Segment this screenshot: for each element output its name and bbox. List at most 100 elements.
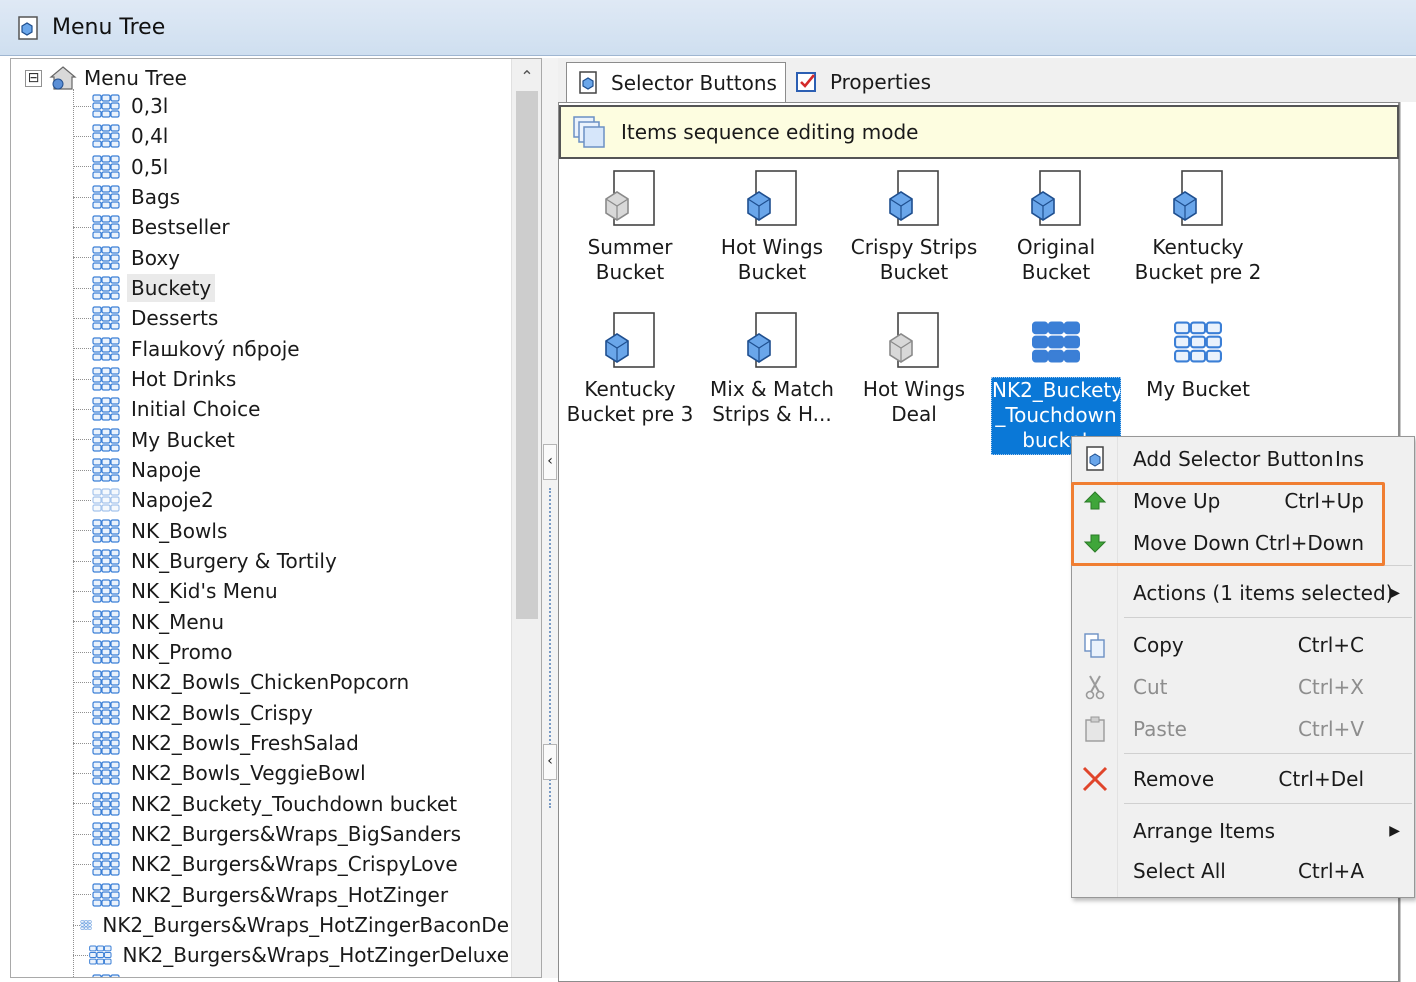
- context-menu-item-label: Remove: [1133, 767, 1215, 791]
- tree-connector: [73, 166, 91, 168]
- tree-item[interactable]: Bags: [73, 182, 513, 212]
- selector-grid-icon: [92, 428, 120, 452]
- tree-item[interactable]: NK2_Bowls_FreshSalad: [73, 728, 513, 758]
- selector-grid-icon: [92, 306, 120, 331]
- tree-connector: [73, 499, 91, 501]
- selector-grid-icon: [92, 549, 120, 573]
- tree-item-label: 0,4l: [131, 124, 169, 149]
- items-sequence-icon: [573, 116, 605, 148]
- selector-button[interactable]: Kentucky Bucket pre 3: [563, 311, 697, 451]
- scroll-up-icon[interactable]: ⌃: [512, 59, 541, 95]
- context-menu-item-paste[interactable]: Paste Ctrl+V: [1072, 709, 1414, 749]
- context-menu-item-arrange-items[interactable]: Arrange Items ▶: [1072, 811, 1414, 851]
- context-menu-shortcut: Ctrl+A: [1297, 859, 1364, 883]
- tree-item-label: NK2_Bowls_Crispy: [131, 700, 313, 725]
- move-commands-highlight: [1071, 482, 1385, 566]
- selector-grid-icon: [92, 670, 120, 694]
- tree-connector: [73, 863, 91, 865]
- tree-item[interactable]: NK2_Burgers&Wraps_HotZingerDeluxe: [73, 940, 513, 970]
- tree-item[interactable]: Flaшkový nбрoje: [73, 334, 513, 364]
- tree-item[interactable]: Napoje: [73, 455, 513, 485]
- context-menu-shortcut: Ins: [1335, 447, 1364, 471]
- mode-banner-text: Items sequence editing mode: [621, 120, 919, 144]
- tab-selector-buttons[interactable]: Selector Buttons: [566, 62, 786, 102]
- tree-item[interactable]: NK2_Burgers&Wraps_HotZinger: [73, 880, 513, 910]
- selector-button[interactable]: Original Bucket: [989, 169, 1123, 309]
- selector-grid-icon: [88, 945, 112, 965]
- tree-item[interactable]: NK2_Bowls_Crispy: [73, 698, 513, 728]
- tree-item-label: Flaшkový nбрoje: [131, 336, 300, 361]
- context-menu-item-label: Paste: [1133, 717, 1187, 741]
- tree-item[interactable]: NK2_Burgers&Wraps_HotZingerBaconDe: [73, 910, 513, 940]
- context-menu-shortcut: Ctrl+V: [1297, 717, 1364, 741]
- context-menu-item-label: Cut: [1133, 675, 1168, 699]
- panel-splitter[interactable]: ‹ ‹: [542, 58, 558, 978]
- tree-item[interactable]: Napoje2: [73, 485, 513, 515]
- collapse-icon[interactable]: ⊟: [25, 69, 42, 87]
- collapse-left-icon-2[interactable]: ‹: [543, 744, 557, 780]
- tree-item[interactable]: Desserts: [73, 303, 513, 333]
- tree-item-label: NK_Kid's Menu: [131, 579, 278, 604]
- tree-item[interactable]: 0,3l: [73, 91, 513, 121]
- tree-item[interactable]: NK_Burgery & Tortily: [73, 546, 513, 576]
- tree-item[interactable]: NK2_Burgers&Wraps_KentuckyZi: [73, 971, 513, 977]
- tree-item[interactable]: Bestseller: [73, 212, 513, 242]
- window-title: Menu Tree: [52, 15, 166, 40]
- context-menu-item-cut[interactable]: Cut Ctrl+X: [1072, 667, 1414, 707]
- tree-item[interactable]: 0,5l: [73, 152, 513, 182]
- context-menu-item-actions-1-items-selected[interactable]: Actions (1 items selected) ▶: [1072, 573, 1414, 613]
- tree-scrollbar[interactable]: ⌃: [511, 59, 541, 977]
- tree-item[interactable]: NK_Kid's Menu: [73, 576, 513, 606]
- tree-item[interactable]: My Bucket: [73, 425, 513, 455]
- tree-item[interactable]: NK_Menu: [73, 607, 513, 637]
- tree-item[interactable]: 0,4l: [73, 121, 513, 151]
- selector-button-label: Mix & Match Strips & H...: [710, 377, 834, 426]
- tree-item[interactable]: Buckety: [73, 273, 513, 303]
- selector-button[interactable]: Summer Bucket: [563, 169, 697, 309]
- selector-grid-icon: [92, 185, 120, 209]
- tree-item-label: My Bucket: [131, 427, 235, 452]
- submenu-arrow-icon: ▶: [1389, 823, 1400, 839]
- context-menu-item-select-all[interactable]: Select All Ctrl+A: [1072, 851, 1414, 891]
- collapse-left-icon[interactable]: ‹: [543, 444, 557, 480]
- selector-grid-icon: [92, 246, 120, 270]
- selector-grid-icon: [92, 94, 120, 118]
- selector-button[interactable]: NK2_Buckety _Touchdown bucket: [989, 311, 1123, 455]
- tree-connector: [73, 924, 81, 926]
- submenu-arrow-icon: ▶: [1389, 585, 1400, 601]
- tree-connector: [73, 408, 91, 410]
- selector-button[interactable]: Hot Wings Deal: [847, 311, 981, 451]
- selector-button[interactable]: Crispy Strips Bucket: [847, 169, 981, 309]
- context-menu-item-copy[interactable]: Copy Ctrl+C: [1072, 625, 1414, 665]
- selector-button[interactable]: My Bucket: [1131, 311, 1265, 451]
- tree-item[interactable]: NK2_Buckety_Touchdown bucket: [73, 789, 513, 819]
- tab-properties[interactable]: Properties: [786, 62, 939, 102]
- tree-item[interactable]: NK2_Bowls_VeggieBowl: [73, 758, 513, 788]
- selector-grid-icon: [92, 761, 120, 785]
- tree-item-label: Napoje2: [131, 488, 214, 513]
- scroll-thumb[interactable]: [516, 91, 538, 619]
- menu-tree-panel: ⊟ Menu Tree 0,3l 0,4l 0,5l Bags Bestseller Bo…: [10, 58, 542, 978]
- tree-item[interactable]: Initial Choice: [73, 394, 513, 424]
- selector-button[interactable]: Kentucky Bucket pre 2: [1131, 169, 1265, 309]
- tree-item-label: NK2_Bowls_FreshSalad: [131, 731, 359, 756]
- tree-item-label: Hot Drinks: [131, 367, 237, 392]
- context-menu-separator: [1124, 803, 1412, 804]
- tree-item[interactable]: Boxy: [73, 243, 513, 273]
- tree-root[interactable]: ⊟ Menu Tree: [25, 63, 187, 93]
- tree-item[interactable]: Hot Drinks: [73, 364, 513, 394]
- tree-item[interactable]: NK2_Burgers&Wraps_CrispyLove: [73, 849, 513, 879]
- tree-item[interactable]: NK2_Bowls_ChickenPopcorn: [73, 667, 513, 697]
- tree-item[interactable]: NK2_Burgers&Wraps_BigSanders: [73, 819, 513, 849]
- tree-item[interactable]: NK_Bowls: [73, 516, 513, 546]
- context-menu-item-remove[interactable]: Remove Ctrl+Del: [1072, 759, 1414, 799]
- selector-button-label: Hot Wings Deal: [862, 377, 966, 426]
- tree-item[interactable]: NK_Promo: [73, 637, 513, 667]
- selector-button[interactable]: Hot Wings Bucket: [705, 169, 839, 309]
- context-menu-separator: [1124, 753, 1412, 754]
- selector-button[interactable]: Mix & Match Strips & H...: [705, 311, 839, 451]
- tree-connector: [73, 439, 91, 441]
- tree-item-label: NK2_Bowls_ChickenPopcorn: [131, 670, 410, 695]
- context-menu-item-add-selector-button[interactable]: Add Selector Button Ins: [1072, 439, 1414, 479]
- tree-item-label: Buckety: [127, 274, 216, 303]
